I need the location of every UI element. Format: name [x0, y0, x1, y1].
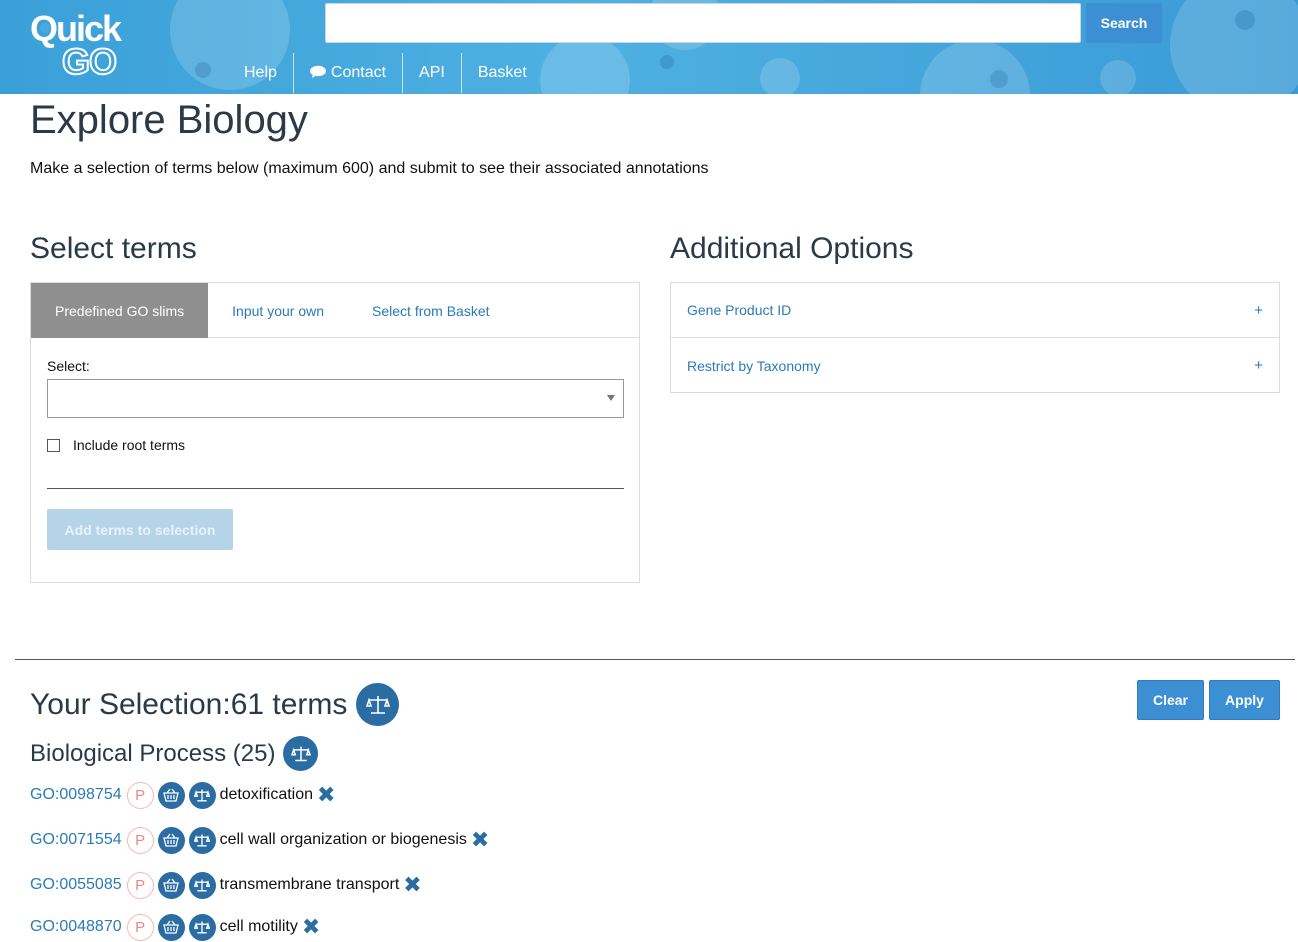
option-gene-product-id[interactable]: Gene Product ID +: [671, 283, 1279, 338]
slim-select-dropdown[interactable]: [47, 379, 624, 418]
term-id-link[interactable]: GO:0048870: [30, 918, 122, 936]
compare-scale-icon[interactable]: [188, 871, 216, 899]
select-terms-panel: Predefined GO slims Input your own Selec…: [30, 282, 640, 583]
nav-contact[interactable]: Contact: [294, 53, 404, 93]
nav-help[interactable]: Help: [228, 53, 294, 93]
biological-process-title: Biological Process (25): [30, 739, 276, 767]
option-restrict-taxonomy-label: Restrict by Taxonomy: [687, 357, 821, 374]
additional-options-panel: Gene Product ID + Restrict by Taxonomy +: [670, 282, 1280, 393]
nav-help-label: Help: [244, 64, 277, 81]
select-terms-title: Select terms: [30, 232, 197, 265]
biological-process-heading: Biological Process (25): [30, 736, 319, 771]
tab-input-your-own[interactable]: Input your own: [208, 283, 348, 338]
term-name: transmembrane transport: [219, 876, 400, 893]
remove-x-icon[interactable]: ✖: [317, 784, 335, 806]
nav-contact-label: Contact: [330, 64, 387, 81]
tab-predefined-go-slims[interactable]: Predefined GO slims: [31, 283, 209, 338]
option-restrict-taxonomy[interactable]: Restrict by Taxonomy +: [671, 338, 1279, 393]
include-root-checkbox[interactable]: [47, 438, 60, 452]
chat-icon: [309, 65, 326, 81]
intro-text: Make a selection of terms below (maximum…: [30, 160, 709, 177]
term-name: cell wall organization or biogenesis: [219, 831, 467, 848]
compare-scale-icon[interactable]: [188, 913, 216, 941]
quickgo-logo-icon: Quick GO: [30, 8, 125, 83]
section-divider: [15, 659, 1295, 660]
search-input[interactable]: [325, 3, 1081, 43]
aspect-badge: P: [126, 913, 154, 941]
nav-basket-label: Basket: [477, 64, 527, 81]
term-name: cell motility: [219, 918, 298, 935]
svg-text:GO: GO: [62, 41, 116, 80]
compare-scale-icon[interactable]: [356, 683, 400, 726]
divider: [47, 488, 624, 489]
aspect-badge: P: [126, 871, 154, 899]
compare-scale-icon[interactable]: [283, 736, 319, 771]
quickgo-logo[interactable]: Quick GO: [30, 8, 142, 83]
term-id-link[interactable]: GO:0055085: [30, 876, 122, 894]
compare-scale-icon[interactable]: [188, 781, 216, 809]
term-row: GO:0071554 P cell wall organization or b…: [30, 825, 489, 855]
search-button[interactable]: Search: [1086, 3, 1162, 43]
tab-select-from-basket[interactable]: Select from Basket: [348, 283, 514, 338]
nav-api-label: API: [419, 64, 445, 81]
select-terms-tabs: Predefined GO slims Input your own Selec…: [31, 283, 639, 338]
apply-button[interactable]: Apply: [1209, 680, 1280, 720]
site-header: Quick GO Search Help Contact API Basket: [0, 0, 1298, 94]
your-selection-count: 61 terms: [230, 687, 348, 721]
basket-icon[interactable]: [157, 826, 185, 854]
remove-x-icon[interactable]: ✖: [471, 829, 489, 851]
compare-scale-icon[interactable]: [188, 826, 216, 854]
option-gene-product-id-label: Gene Product ID: [687, 302, 792, 318]
nav-api[interactable]: API: [403, 53, 462, 93]
clear-button[interactable]: Clear: [1137, 680, 1204, 720]
include-root-row: Include root terms: [47, 437, 185, 453]
add-terms-button[interactable]: Add terms to selection: [47, 509, 233, 550]
basket-icon[interactable]: [157, 781, 185, 809]
expand-plus-icon[interactable]: +: [1254, 357, 1263, 374]
expand-plus-icon[interactable]: +: [1254, 302, 1263, 319]
page-title: Explore Biology: [30, 98, 308, 142]
term-id-link[interactable]: GO:0098754: [30, 786, 122, 804]
term-name: detoxification: [219, 786, 314, 803]
term-id-link[interactable]: GO:0071554: [30, 831, 122, 849]
basket-icon[interactable]: [157, 913, 185, 941]
remove-x-icon[interactable]: ✖: [403, 874, 421, 896]
include-root-label: Include root terms: [73, 437, 186, 453]
select-label: Select:: [47, 358, 90, 374]
term-row: GO:0098754 P detoxification ✖: [30, 780, 335, 810]
aspect-badge: P: [126, 781, 154, 809]
your-selection-prefix: Your Selection:: [30, 687, 231, 721]
dropdown-arrow-icon: [607, 395, 615, 401]
term-row: GO:0048870 P cell motility ✖: [30, 912, 320, 942]
your-selection-heading: Your Selection: 61 terms: [30, 683, 400, 726]
additional-options-title: Additional Options: [670, 232, 914, 265]
main-nav: Help Contact API Basket: [228, 53, 543, 93]
basket-icon[interactable]: [157, 871, 185, 899]
remove-x-icon[interactable]: ✖: [302, 916, 320, 938]
term-row: GO:0055085 P transmembrane transport ✖: [30, 870, 422, 900]
aspect-badge: P: [126, 826, 154, 854]
nav-basket[interactable]: Basket: [462, 53, 543, 93]
